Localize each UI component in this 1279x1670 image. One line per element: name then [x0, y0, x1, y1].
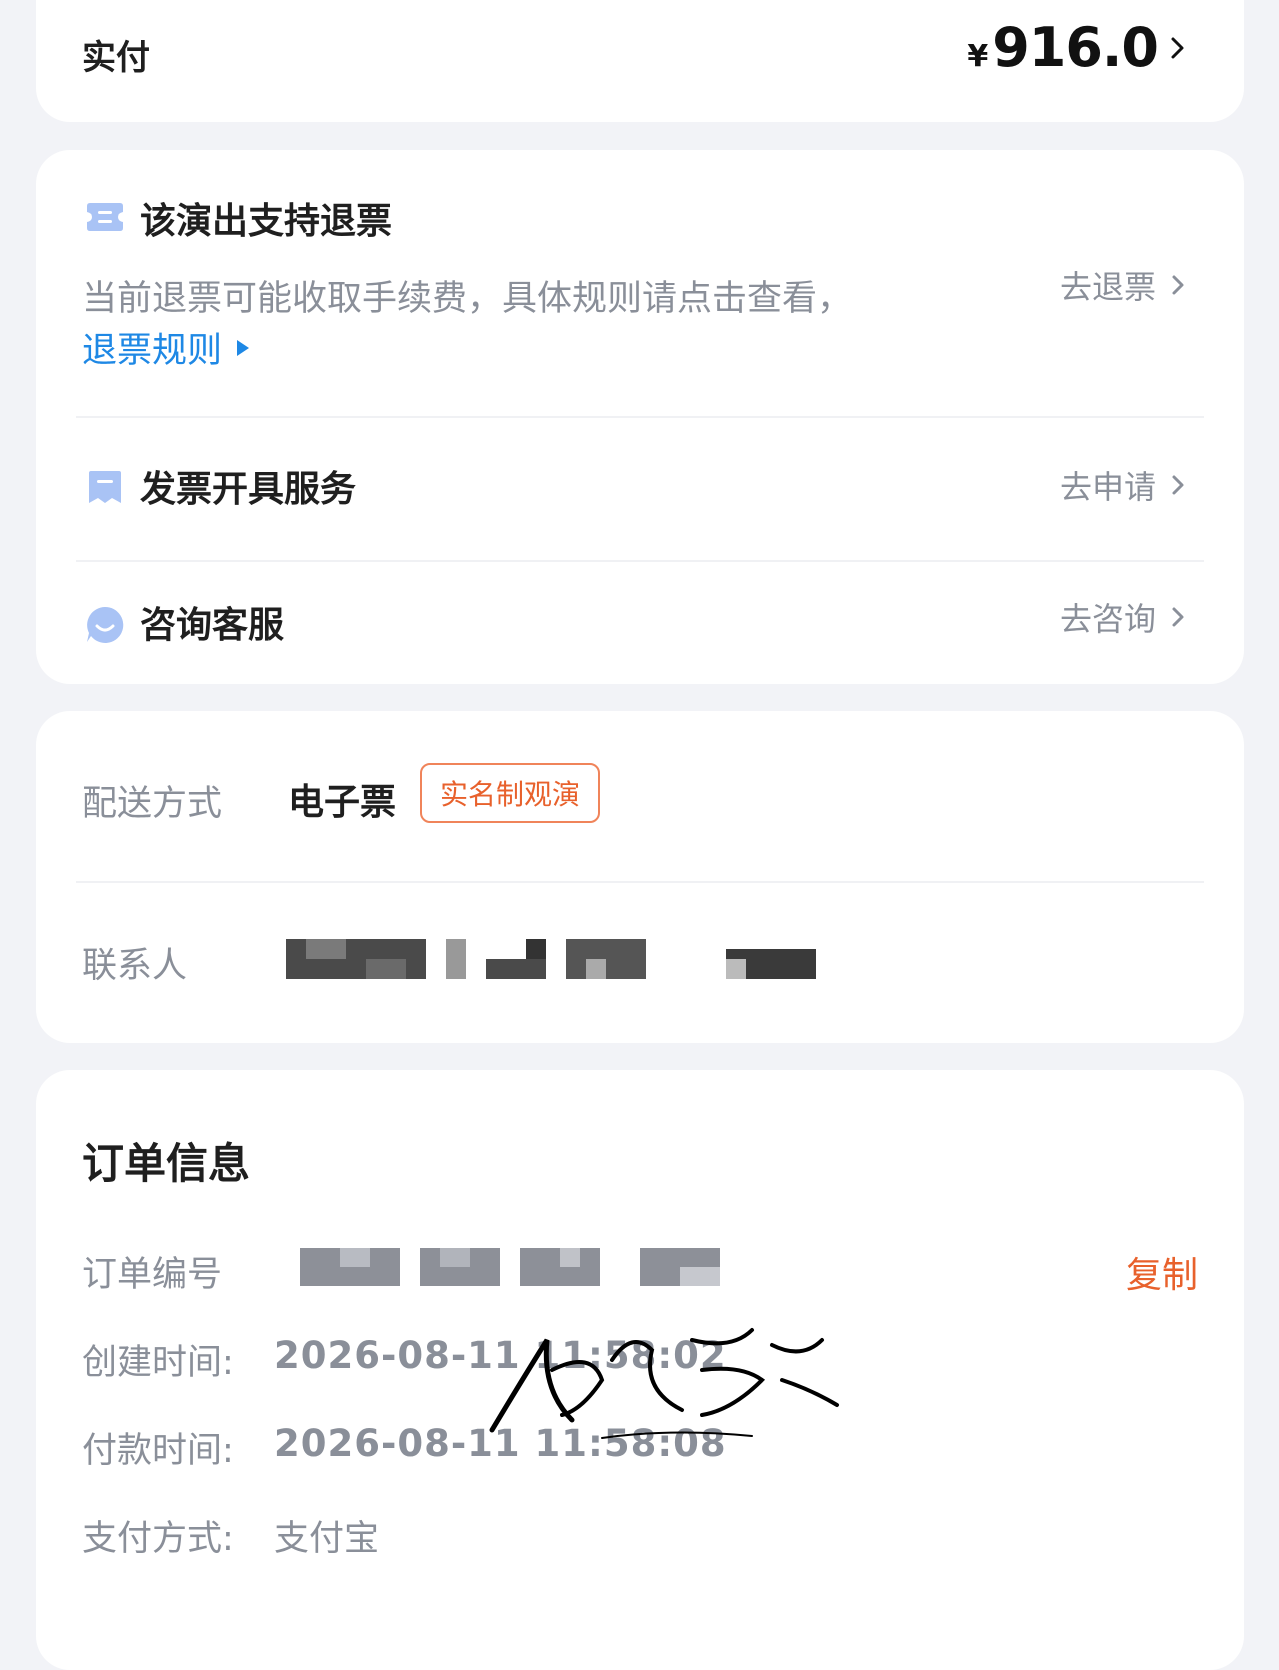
chevron-right-icon: [1172, 475, 1184, 495]
chevron-right-icon: [1172, 607, 1184, 627]
paid-value: 916.0: [992, 16, 1159, 79]
copy-order-number-button[interactable]: 复制: [1126, 1246, 1198, 1298]
real-name-badge: 实名制观演: [420, 763, 601, 823]
divider: [76, 881, 1204, 883]
order-info-title: 订单信息: [82, 1139, 251, 1188]
go-refund-label: 去退票: [1059, 268, 1156, 306]
paid-currency: ¥: [967, 39, 989, 74]
paid-label: 实付: [82, 38, 150, 78]
invoice-title: 发票开具服务: [140, 469, 357, 510]
delivery-card: 配送方式 电子票 实名制观演 联系人: [36, 711, 1244, 1043]
order-number-label: 订单编号: [82, 1255, 223, 1295]
support-title: 咨询客服: [140, 605, 285, 646]
apply-invoice-button[interactable]: 去申请: [1060, 462, 1186, 508]
refund-title: 该演出支持退票: [140, 201, 393, 242]
play-arrow-icon: [237, 339, 250, 356]
refund-description: 当前退票可能收取手续费，具体规则请点击查看，: [82, 279, 853, 319]
contact-value-redacted: [286, 939, 846, 983]
paid-amount-link[interactable]: ¥ 916.0: [967, 16, 1188, 79]
divider: [76, 416, 1204, 418]
order-info-card: 订单信息 订单编号 复制 创建时间: 2026-08-11 11:58:02 付…: [36, 1070, 1244, 1670]
delivery-method-value: 电子票: [288, 782, 397, 823]
chat-icon: [87, 606, 124, 643]
signature-watermark: [489, 1328, 839, 1439]
go-refund-button[interactable]: 去退票: [1060, 262, 1186, 308]
paid-time-label: 付款时间:: [82, 1431, 234, 1471]
chevron-right-icon: [1172, 275, 1184, 295]
contact-support-label: 去咨询: [1059, 600, 1156, 638]
ticket-icon: [87, 203, 123, 231]
invoice-icon: [89, 471, 121, 503]
divider: [76, 560, 1204, 562]
payment-card: 实付 ¥ 916.0: [36, 0, 1244, 122]
payment-method-label: 支付方式:: [82, 1519, 234, 1559]
services-card: 该演出支持退票 当前退票可能收取手续费，具体规则请点击查看， 退票规则 去退票 …: [36, 150, 1244, 684]
delivery-method-label: 配送方式: [82, 784, 223, 824]
payment-method-value: 支付宝: [274, 1519, 380, 1559]
refund-rules-link[interactable]: 退票规则: [82, 322, 250, 373]
chevron-right-icon: [1171, 37, 1184, 58]
refund-rules-label: 退票规则: [82, 331, 223, 371]
apply-invoice-label: 去申请: [1059, 468, 1156, 506]
contact-label: 联系人: [82, 946, 188, 986]
contact-support-button[interactable]: 去咨询: [1060, 594, 1186, 640]
order-number-redacted: [300, 1248, 740, 1288]
created-time-label: 创建时间:: [82, 1343, 234, 1383]
